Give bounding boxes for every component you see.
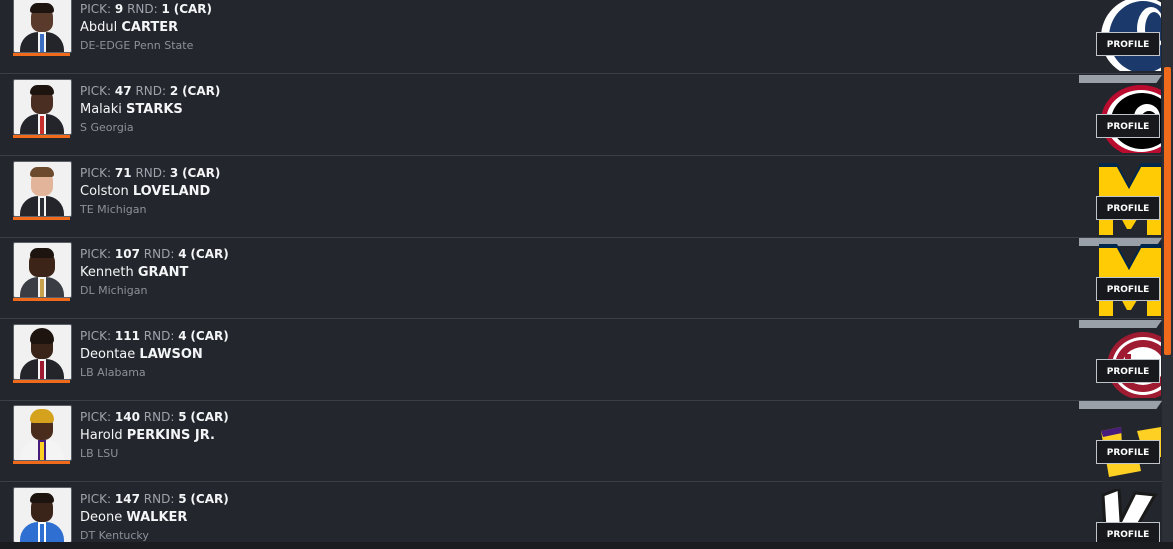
pick-info: PICK: 111 RND: 4 (CAR) (80, 329, 229, 343)
headshot-accent-bar (13, 380, 70, 383)
draft-picks-list: PICK: 9 RND: 1 (CAR) Abdul CARTER DE-EDG… (0, 0, 1162, 549)
player-position-school: DE-EDGE Penn State (80, 39, 194, 52)
player-position-school: DL Michigan (80, 284, 148, 297)
headshot-accent-bar (13, 53, 70, 56)
player-headshot (13, 242, 72, 298)
pick-info: PICK: 147 RND: 5 (CAR) (80, 492, 229, 506)
player-headshot (13, 79, 72, 135)
bottom-edge (0, 542, 1173, 549)
player-position-school: LB Alabama (80, 366, 146, 379)
headshot-accent-bar (13, 217, 70, 220)
profile-button[interactable]: PROFILE (1096, 440, 1160, 464)
pick-info: PICK: 9 RND: 1 (CAR) (80, 2, 213, 16)
pick-info: PICK: 107 RND: 4 (CAR) (80, 247, 229, 261)
draft-pick-row: PICK: 107 RND: 4 (CAR) Kenneth GRANT DL … (0, 238, 1162, 319)
draft-pick-row: PICK: 47 RND: 2 (CAR) Malaki STARKS S Ge… (0, 75, 1162, 156)
headshot-accent-bar (13, 461, 70, 464)
profile-button[interactable]: PROFILE (1096, 277, 1160, 301)
player-headshot (13, 161, 72, 217)
player-headshot (13, 0, 72, 53)
headshot-accent-bar (13, 298, 70, 301)
profile-button[interactable]: PROFILE (1096, 196, 1160, 220)
pick-info: PICK: 140 RND: 5 (CAR) (80, 410, 229, 424)
pick-info: PICK: 71 RND: 3 (CAR) (80, 166, 221, 180)
player-name: Colston LOVELAND (80, 184, 211, 199)
player-name: Harold PERKINS JR. (80, 428, 215, 443)
draft-pick-row: PICK: 71 RND: 3 (CAR) Colston LOVELAND T… (0, 157, 1162, 238)
draft-pick-row: PICK: 147 RND: 5 (CAR) Deone WALKER DT K… (0, 483, 1162, 549)
profile-button[interactable]: PROFILE (1096, 32, 1160, 56)
player-headshot (13, 405, 72, 461)
player-headshot (13, 324, 72, 380)
draft-pick-row: PICK: 111 RND: 4 (CAR) Deontae LAWSON LB… (0, 320, 1162, 401)
profile-button[interactable]: PROFILE (1096, 114, 1160, 138)
player-name: Abdul CARTER (80, 20, 179, 35)
player-position-school: TE Michigan (80, 203, 147, 216)
player-position-school: DT Kentucky (80, 529, 149, 542)
player-name: Kenneth GRANT (80, 265, 189, 280)
pick-info: PICK: 47 RND: 2 (CAR) (80, 84, 221, 98)
scrollbar-thumb[interactable] (1164, 67, 1171, 355)
headshot-accent-bar (13, 135, 70, 138)
player-name: Deontae LAWSON (80, 347, 203, 362)
player-headshot (13, 487, 72, 543)
draft-pick-row: PICK: 140 RND: 5 (CAR) Harold PERKINS JR… (0, 401, 1162, 482)
draft-pick-row: PICK: 9 RND: 1 (CAR) Abdul CARTER DE-EDG… (0, 0, 1162, 74)
player-position-school: LB LSU (80, 447, 119, 460)
profile-button[interactable]: PROFILE (1096, 359, 1160, 383)
player-position-school: S Georgia (80, 121, 134, 134)
player-name: Malaki STARKS (80, 102, 183, 117)
player-name: Deone WALKER (80, 510, 188, 525)
